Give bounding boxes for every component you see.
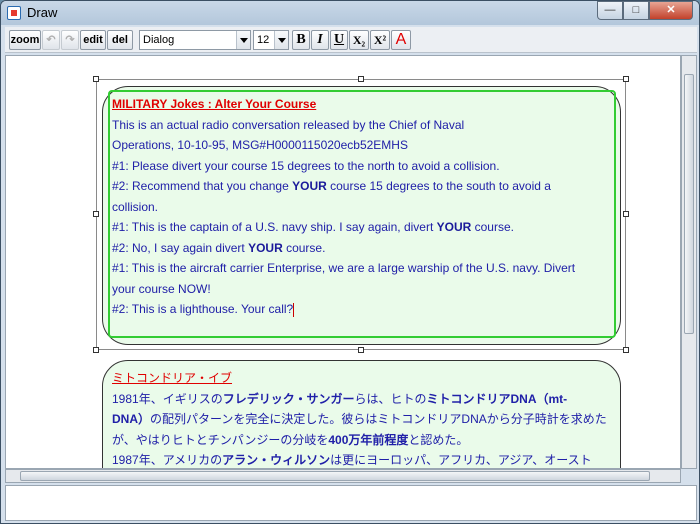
resize-handle-se[interactable] [623, 347, 629, 353]
title-bar[interactable]: Draw — □ ✕ [1, 1, 699, 25]
note1-line: #1: This is the aircraft carrier Enterpr… [112, 261, 576, 275]
close-button[interactable]: ✕ [649, 1, 693, 20]
underline-button[interactable]: U [330, 30, 348, 50]
minimize-button[interactable]: — [597, 1, 623, 20]
italic-button[interactable]: I [311, 30, 329, 50]
window-title: Draw [27, 5, 58, 20]
resize-handle-n[interactable] [358, 76, 364, 82]
chevron-down-icon [274, 31, 288, 49]
note2-line: 1981年、イギリスのフレデリック・サンガーらは、ヒトのミトコンドリアDNA（m… [112, 391, 568, 406]
app-icon [7, 6, 21, 20]
maximize-button[interactable]: □ [623, 1, 649, 20]
delete-button[interactable]: del [107, 30, 133, 50]
note1-text[interactable]: MILITARY Jokes : Alter Your Course This … [112, 94, 575, 320]
note2-text[interactable]: ミトコンドリア・イブ 1981年、イギリスのフレデリック・サンガーらは、ヒトのミ… [112, 368, 607, 468]
note1-line: collision. [112, 199, 159, 214]
resize-handle-sw[interactable] [93, 347, 99, 353]
note1-title: MILITARY Jokes : Alter Your Course [112, 97, 317, 111]
superscript-button[interactable]: X² [370, 30, 390, 50]
subscript-button[interactable]: X₂ [349, 30, 369, 50]
zoom-button[interactable]: zoom [9, 30, 41, 50]
font-size-select[interactable]: 12 [253, 30, 289, 50]
resize-handle-s[interactable] [358, 347, 364, 353]
chevron-down-icon [236, 31, 250, 49]
vertical-scroll-thumb[interactable] [684, 74, 694, 334]
font-family-select[interactable]: Dialog [139, 30, 251, 50]
note2-line: 1987年、アメリカのアラン・ウィルソンは更にヨーロッパ、アフリカ、アジア、オー… [112, 453, 592, 467]
app-window: Draw — □ ✕ zoom ↶ ↷ edit del Dialog 12 B… [0, 0, 700, 524]
drawing-canvas[interactable]: MILITARY Jokes : Alter Your Course This … [5, 55, 681, 469]
note2-line: DNA）の配列パターンを完全に決定した。彼らはミトコンドリアDNAから分子時計を… [112, 412, 607, 426]
note1-line: #2: Recommend that you change YOUR cours… [112, 179, 551, 193]
bold-button[interactable]: B [292, 30, 310, 50]
note1-line: your course NOW! [112, 281, 211, 296]
note1-line: This is an actual radio conversation rel… [112, 117, 465, 132]
resize-handle-e[interactable] [623, 211, 629, 217]
resize-handle-nw[interactable] [93, 76, 99, 82]
note2-title: ミトコンドリア・イブ [112, 371, 233, 385]
text-color-button[interactable]: A [391, 30, 411, 50]
note1-line: #2: This is a lighthouse. Your call? [112, 302, 295, 317]
resize-handle-ne[interactable] [623, 76, 629, 82]
note1-line: #1: This is the captain of a U.S. navy s… [112, 220, 514, 234]
note1-line: Operations, 10-10-95, MSG#H0000115020ecb… [112, 138, 408, 152]
note2-line: が、やはりヒトとチンパンジーの分岐を400万年前程度と認めた。 [112, 432, 469, 447]
edit-button[interactable]: edit [80, 30, 106, 50]
note1-line: #2: No, I say again divert YOUR course. [112, 240, 326, 255]
toolbar: zoom ↶ ↷ edit del Dialog 12 B I U X₂ X² … [5, 27, 697, 53]
font-size-value: 12 [257, 34, 270, 46]
vertical-scrollbar[interactable] [681, 55, 697, 469]
window-controls: — □ ✕ [597, 1, 693, 21]
font-family-value: Dialog [143, 34, 175, 46]
status-bar [5, 485, 697, 521]
resize-handle-w[interactable] [93, 211, 99, 217]
undo-button[interactable]: ↶ [42, 30, 60, 50]
note1-line: #1: Please divert your course 15 degrees… [112, 158, 500, 173]
redo-button[interactable]: ↷ [61, 30, 79, 50]
text-cursor [293, 302, 295, 317]
horizontal-scroll-thumb[interactable] [20, 471, 650, 481]
horizontal-scrollbar[interactable] [5, 469, 681, 483]
